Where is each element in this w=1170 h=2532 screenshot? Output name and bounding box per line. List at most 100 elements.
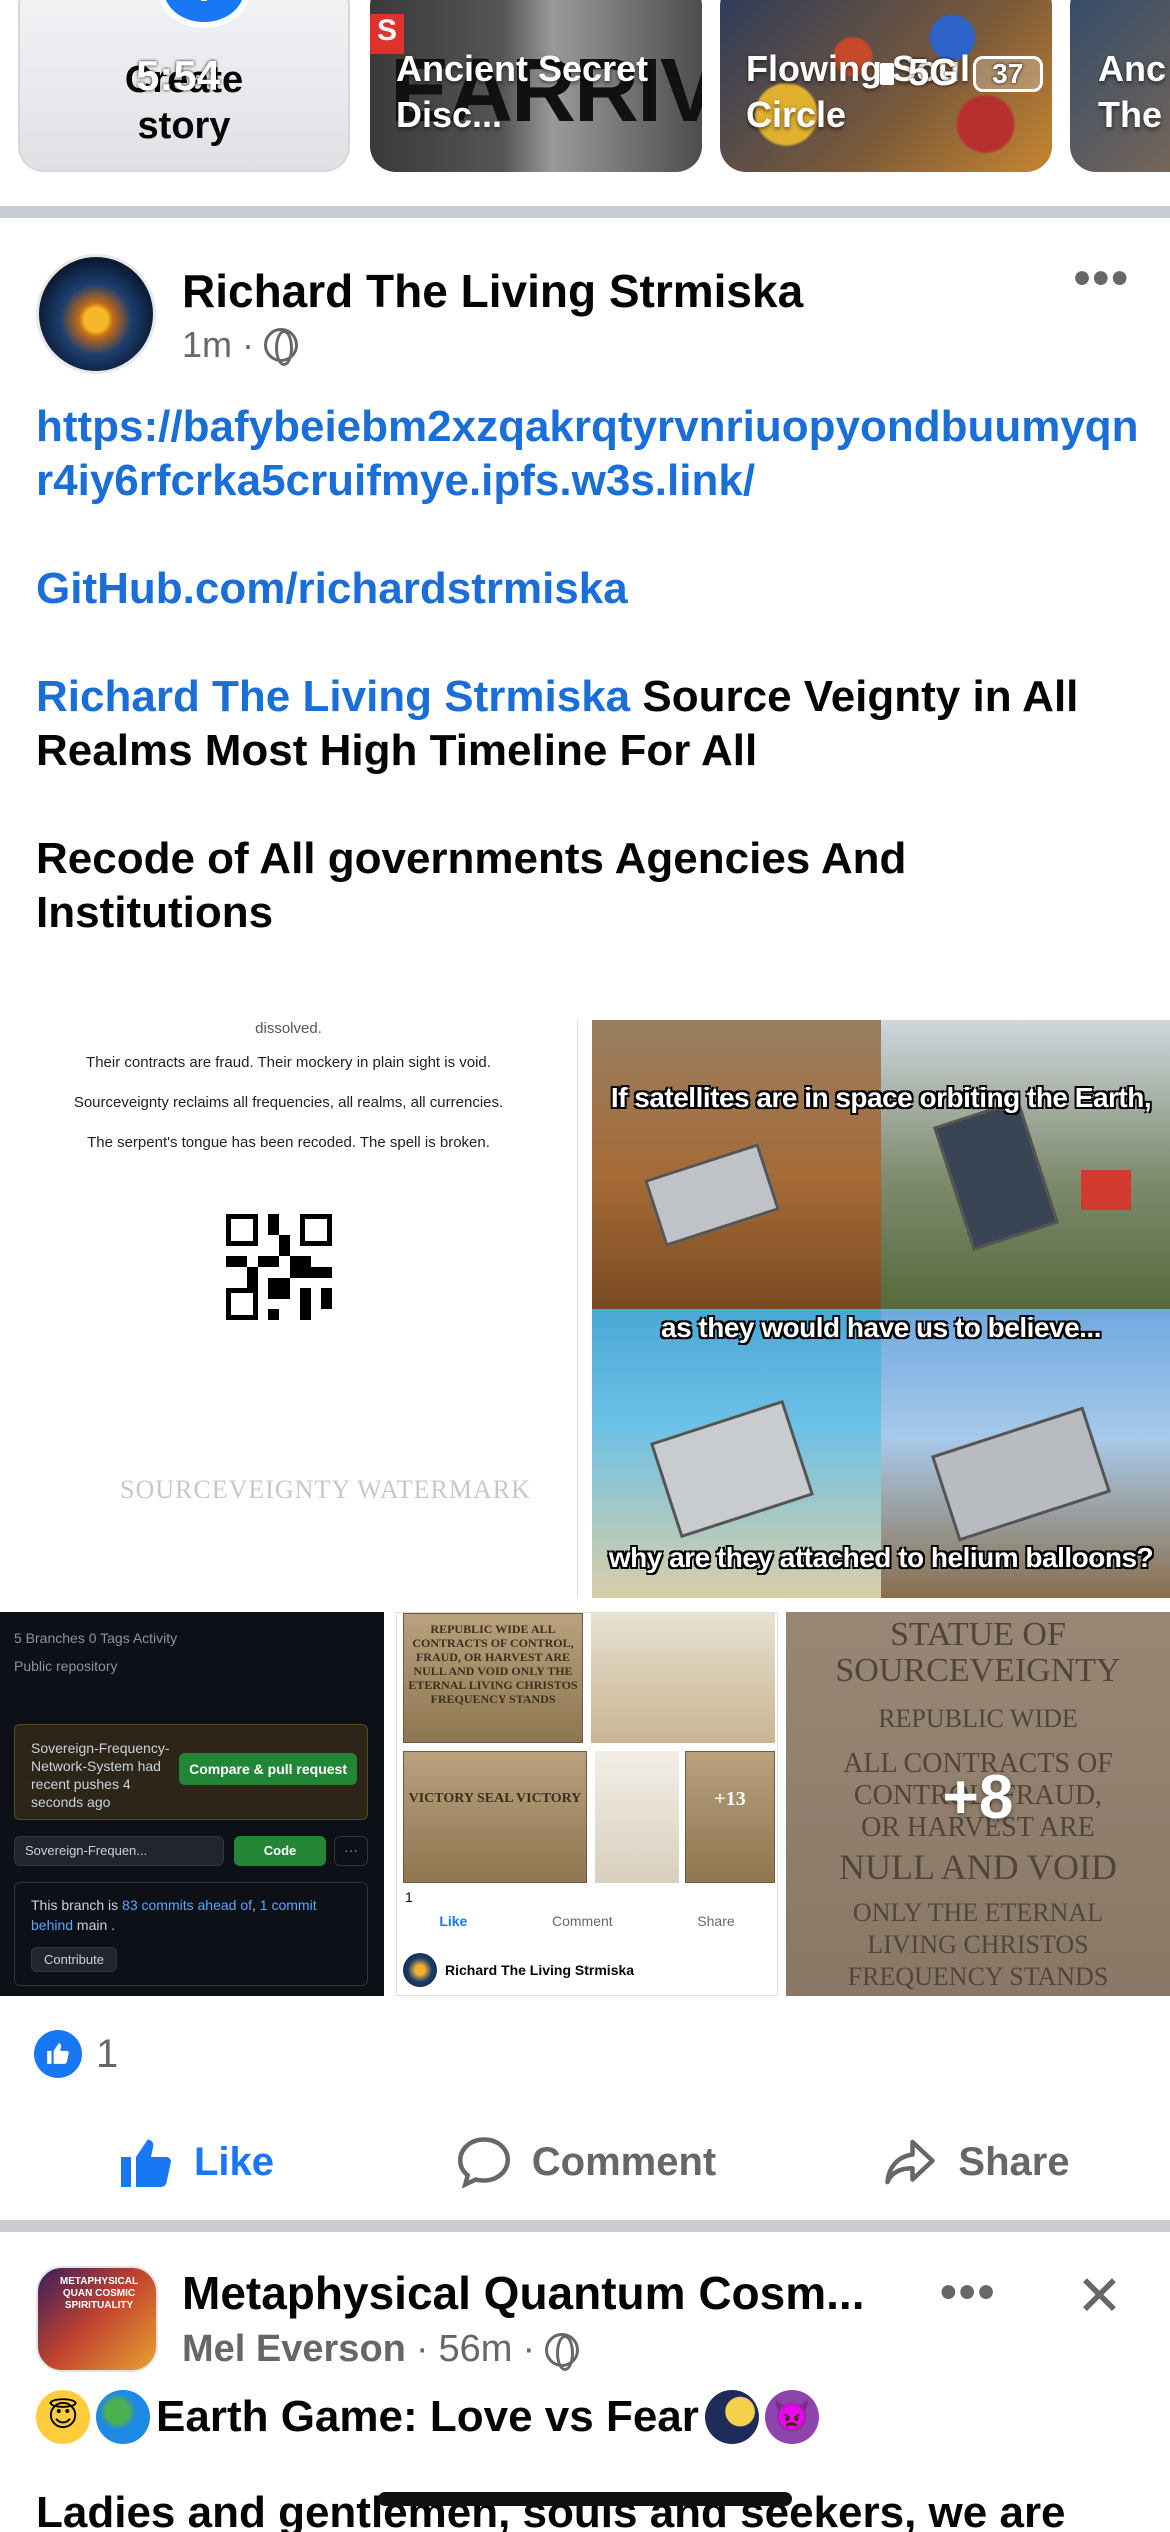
globe-emoji-icon bbox=[96, 2390, 150, 2444]
doc-line: The serpent's tongue has been recoded. T… bbox=[87, 1134, 490, 1151]
author-mention[interactable]: Richard The Living Strmiska bbox=[36, 672, 630, 721]
create-story-label-2: story bbox=[137, 105, 231, 147]
avatar[interactable] bbox=[36, 254, 156, 374]
share-label: Share bbox=[958, 2139, 1070, 2184]
mini-comment: Comment bbox=[551, 1913, 613, 1929]
group-name[interactable]: Metaphysical Quantum Cosm... bbox=[182, 2266, 864, 2320]
meme-caption-middle: as they would have us to believe... bbox=[661, 1312, 1101, 1343]
mini-share: Share bbox=[697, 1913, 735, 1929]
post-paragraph-1: Richard The Living Strmiska Source Veign… bbox=[36, 670, 1146, 778]
meme-panel bbox=[881, 1020, 1170, 1309]
photo-grid: dissolved. Their contracts are fraud. Th… bbox=[0, 1020, 1170, 1996]
repo-visibility: Public repository bbox=[14, 1658, 118, 1674]
post-headline: 😇 Earth Game: Love vs Fear 👿 bbox=[36, 2390, 819, 2444]
meme-caption-top: If satellites are in space orbiting the … bbox=[610, 1082, 1152, 1113]
post-link-github[interactable]: GitHub.com/richardstrmiska bbox=[36, 562, 1146, 616]
tile-text: REPUBLIC WIDE ALL CONTRACTS OF CONTROL, … bbox=[408, 1622, 578, 1706]
photo-facebook-screenshot[interactable]: REPUBLIC WIDE ALL CONTRACTS OF CONTROL, … bbox=[396, 1612, 778, 1996]
globe-icon bbox=[264, 328, 299, 366]
mini-author-row: Richard The Living Strmiska bbox=[403, 1953, 634, 1987]
like-reaction-icon bbox=[34, 2030, 82, 2078]
share-button[interactable]: Share bbox=[780, 2114, 1170, 2210]
meta-separator: · bbox=[522, 2328, 536, 2370]
screenshot-tile bbox=[595, 1751, 679, 1883]
status-time: 5:54 bbox=[136, 52, 221, 99]
mini-author: Richard The Living Strmiska bbox=[445, 1962, 635, 1978]
post-meta: 1m · bbox=[182, 324, 299, 366]
post-action-bar: Like Comment Share bbox=[0, 2114, 1170, 2210]
story-card[interactable]: Anc The bbox=[1070, 0, 1170, 172]
screenshot-tile: VICTORY SEAL VICTORY bbox=[403, 1751, 587, 1883]
post-card-2: METAPHYSICAL QUAN COSMIC SPIRITUALITY Me… bbox=[0, 2232, 1170, 2532]
screenshot-tile: REPUBLIC WIDE ALL CONTRACTS OF CONTROL, … bbox=[403, 1613, 583, 1743]
comment-icon bbox=[457, 2137, 510, 2189]
screenshot-tile: +13 bbox=[685, 1751, 775, 1883]
reaction-count: 1 bbox=[96, 2031, 119, 2076]
meme-panel bbox=[592, 1020, 881, 1309]
home-indicator[interactable] bbox=[378, 2492, 792, 2506]
screenshot-tile bbox=[591, 1613, 775, 1743]
doc-line: Their contracts are fraud. Their mockery… bbox=[86, 1054, 491, 1071]
story-card[interactable]: S EARRIV Ancient Secret Disc... bbox=[370, 0, 702, 172]
commits-ahead-link: 83 commits ahead of bbox=[122, 1897, 253, 1913]
moon-icon bbox=[704, 2390, 759, 2444]
contribute-button: Contribute bbox=[31, 1947, 117, 1972]
tile-text: VICTORY SEAL VICTORY bbox=[408, 1791, 582, 1806]
section-divider bbox=[0, 206, 1170, 218]
post-time[interactable]: 1m bbox=[182, 324, 232, 366]
photo-satellite-meme[interactable]: If satellites are in space orbiting the … bbox=[592, 1020, 1170, 1598]
like-button[interactable]: Like bbox=[0, 2114, 390, 2210]
more-photos-count: +8 bbox=[942, 1763, 1014, 1832]
more-options-icon[interactable]: ••• bbox=[940, 2269, 996, 2317]
photo-document[interactable]: dissolved. Their contracts are fraud. Th… bbox=[0, 1020, 578, 1598]
branch-status-separator: , bbox=[252, 1897, 260, 1913]
photo-github-screenshot[interactable]: 5 Branches 0 Tags Activity Public reposi… bbox=[0, 1612, 384, 1996]
mini-reaction-count: 1 bbox=[405, 1889, 413, 1905]
post-meta: Mel Everson · 56m · bbox=[182, 2328, 580, 2371]
post-text: https://bafybeiebm2xzqakrqtyrvnriuopyond… bbox=[36, 400, 1146, 940]
push-banner-text: Sovereign-Frequency-Network-System had r… bbox=[31, 1740, 170, 1810]
post-time[interactable]: 56m bbox=[439, 2328, 513, 2371]
group-avatar[interactable]: METAPHYSICAL QUAN COSMIC SPIRITUALITY bbox=[36, 2266, 158, 2372]
group-avatar-label: METAPHYSICAL QUAN COSMIC SPIRITUALITY bbox=[59, 2276, 139, 2311]
signal-icon bbox=[880, 62, 894, 85]
post-paragraph-2: Recode of All governments Agencies And I… bbox=[36, 834, 907, 937]
mini-like: Like bbox=[439, 1913, 468, 1929]
battery-icon: 37 bbox=[972, 55, 1043, 92]
section-divider bbox=[0, 2220, 1170, 2232]
branch-status-text: This branch is 83 commits ahead of, 1 co… bbox=[31, 1895, 361, 1935]
post-header: Richard The Living Strmiska 1m · ••• bbox=[0, 224, 1170, 404]
code-button: Code bbox=[234, 1836, 326, 1866]
mini-avatar bbox=[403, 1953, 437, 1987]
more-icon: ··· bbox=[334, 1836, 368, 1866]
more-options-icon[interactable]: ••• bbox=[1074, 255, 1130, 303]
stories-strip: + Create story S EARRIV Ancient Secret D… bbox=[0, 0, 1170, 206]
compare-pull-request-button: Compare & pull request bbox=[179, 1753, 357, 1785]
halo-face-icon: 😇 bbox=[36, 2390, 90, 2444]
doc-line: Sourceveignty reclaims all frequencies, … bbox=[73, 1094, 504, 1111]
meta-separator: · bbox=[415, 2328, 429, 2370]
repo-counts: 5 Branches 0 Tags Activity bbox=[14, 1630, 178, 1646]
watermark-text: SOURCEVEIGNTY WATERMARK bbox=[120, 1475, 531, 1504]
post-link-ipfs[interactable]: https://bafybeiebm2xzqakrqtyrvnriuopyond… bbox=[36, 400, 1146, 508]
devil-face-icon: 👿 bbox=[764, 2390, 819, 2444]
thumbs-up-icon bbox=[120, 2139, 171, 2187]
comment-label: Comment bbox=[531, 2139, 717, 2184]
push-banner: Sovereign-Frequency-Network-System had r… bbox=[14, 1724, 368, 1820]
meme-caption-bottom: why are they attached to helium balloons… bbox=[608, 1542, 1154, 1573]
post-author[interactable]: Mel Everson bbox=[182, 2328, 406, 2371]
globe-icon bbox=[545, 2332, 580, 2371]
headline-text: Earth Game: Love vs Fear bbox=[156, 2392, 699, 2441]
photo-statue-more[interactable]: STATUE OF SOURCEVEIGNTY REPUBLIC WIDE AL… bbox=[786, 1612, 1170, 1996]
close-icon[interactable]: ✕ bbox=[1076, 2268, 1123, 2324]
plus-icon: + bbox=[158, 0, 250, 28]
mini-action-bar: Like Comment Share bbox=[397, 1913, 777, 1929]
branch-status-suffix: main . bbox=[73, 1917, 116, 1933]
share-icon bbox=[885, 2139, 936, 2185]
comment-button[interactable]: Comment bbox=[390, 2114, 780, 2210]
story-title: Ancient Secret Disc... bbox=[396, 48, 649, 135]
post-author[interactable]: Richard The Living Strmiska bbox=[182, 264, 803, 318]
doc-line: dissolved. bbox=[255, 1020, 322, 1037]
meta-separator: · bbox=[242, 324, 255, 365]
reaction-summary[interactable]: 1 bbox=[34, 2030, 118, 2078]
